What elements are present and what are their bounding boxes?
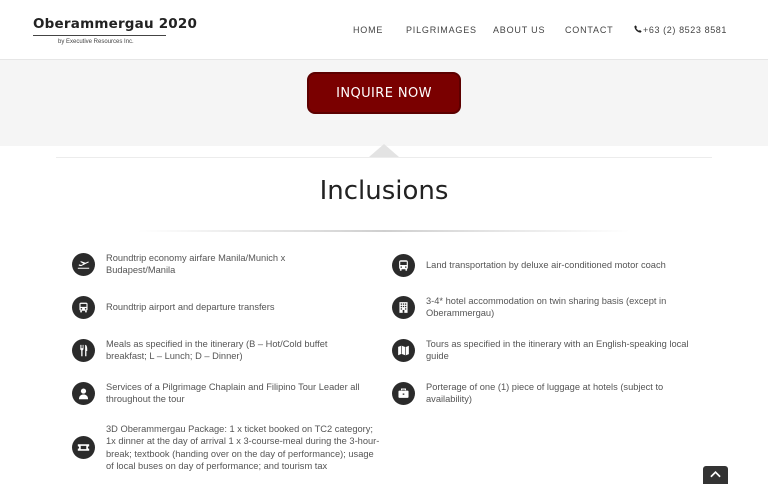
- title-divider: [138, 230, 630, 232]
- nav-home[interactable]: HOME: [353, 25, 383, 35]
- inclusion-text: Roundtrip economy airfare Manila/Munich …: [106, 253, 286, 276]
- inclusion-text: Meals as specified in the itinerary (B –…: [106, 339, 328, 362]
- nav-about-label[interactable]: ABOUT US: [493, 25, 545, 35]
- map-icon: [392, 338, 415, 362]
- site-header: Oberammergau 2020 by Executive Resources…: [0, 0, 768, 60]
- inquire-now-button[interactable]: INQUIRE NOW: [307, 72, 461, 114]
- section-title: Inclusions: [319, 176, 449, 206]
- nav-contact[interactable]: CONTACT: [565, 25, 613, 35]
- car-icon: [72, 296, 95, 319]
- inclusion-text: Services of a Pilgrimage Chaplain and Fi…: [106, 382, 360, 405]
- briefcase-icon: [392, 381, 415, 405]
- phone-icon: [634, 25, 642, 35]
- inclusion-item: 3-4* hotel accommodation on twin sharing…: [392, 295, 702, 320]
- inclusion-text: Land transportation by deluxe air-condit…: [426, 260, 666, 271]
- phone-number[interactable]: +63 (2) 8523 8581: [643, 25, 727, 35]
- inclusion-item: 3D Oberammergau Package: 1 x ticket book…: [72, 423, 384, 473]
- inclusion-item: Meals as specified in the itinerary (B –…: [72, 338, 362, 363]
- inclusion-text: Tours as specified in the itinerary with…: [426, 339, 689, 362]
- bus-icon: [392, 254, 415, 277]
- chevron-up-icon: [710, 470, 721, 478]
- inclusion-item: Land transportation by deluxe air-condit…: [392, 254, 712, 277]
- ticket-icon: [72, 436, 95, 460]
- section-notch: [369, 144, 399, 157]
- inclusion-item: Tours as specified in the itinerary with…: [392, 338, 702, 363]
- section-top-divider: [56, 157, 712, 158]
- nav-contact-label[interactable]: CONTACT: [565, 25, 613, 35]
- plane-icon: [72, 252, 95, 276]
- nav-pilgrimages-label[interactable]: PILGRIMAGES: [406, 25, 477, 35]
- hotel-icon: [392, 295, 415, 319]
- inclusion-text: 3D Oberammergau Package: 1 x ticket book…: [106, 424, 380, 472]
- inclusion-item: Porterage of one (1) piece of luggage at…: [392, 381, 702, 406]
- scroll-to-top-button[interactable]: [703, 466, 728, 484]
- logo-divider: [33, 35, 166, 36]
- inclusion-item: Roundtrip airport and departure transfer…: [72, 296, 332, 319]
- nav-pilgrimages[interactable]: PILGRIMAGES: [406, 25, 477, 35]
- inclusion-item: Roundtrip economy airfare Manila/Munich …: [72, 252, 322, 277]
- nav-home-label[interactable]: HOME: [353, 25, 383, 35]
- inclusion-item: Services of a Pilgrimage Chaplain and Fi…: [72, 381, 382, 406]
- logo-subtitle: by Executive Resources Inc.: [58, 39, 134, 45]
- logo-title: Oberammergau 2020: [33, 16, 198, 32]
- inclusion-text: Roundtrip airport and departure transfer…: [106, 302, 275, 313]
- user-icon: [72, 381, 95, 405]
- site-logo[interactable]: Oberammergau 2020 by Executive Resources…: [33, 16, 197, 45]
- inclusion-text: 3-4* hotel accommodation on twin sharing…: [426, 296, 667, 319]
- nav-phone[interactable]: +63 (2) 8523 8581: [634, 25, 727, 35]
- nav-about-us[interactable]: ABOUT US: [493, 25, 545, 35]
- meal-icon: [72, 338, 95, 362]
- inclusion-text: Porterage of one (1) piece of luggage at…: [426, 382, 664, 405]
